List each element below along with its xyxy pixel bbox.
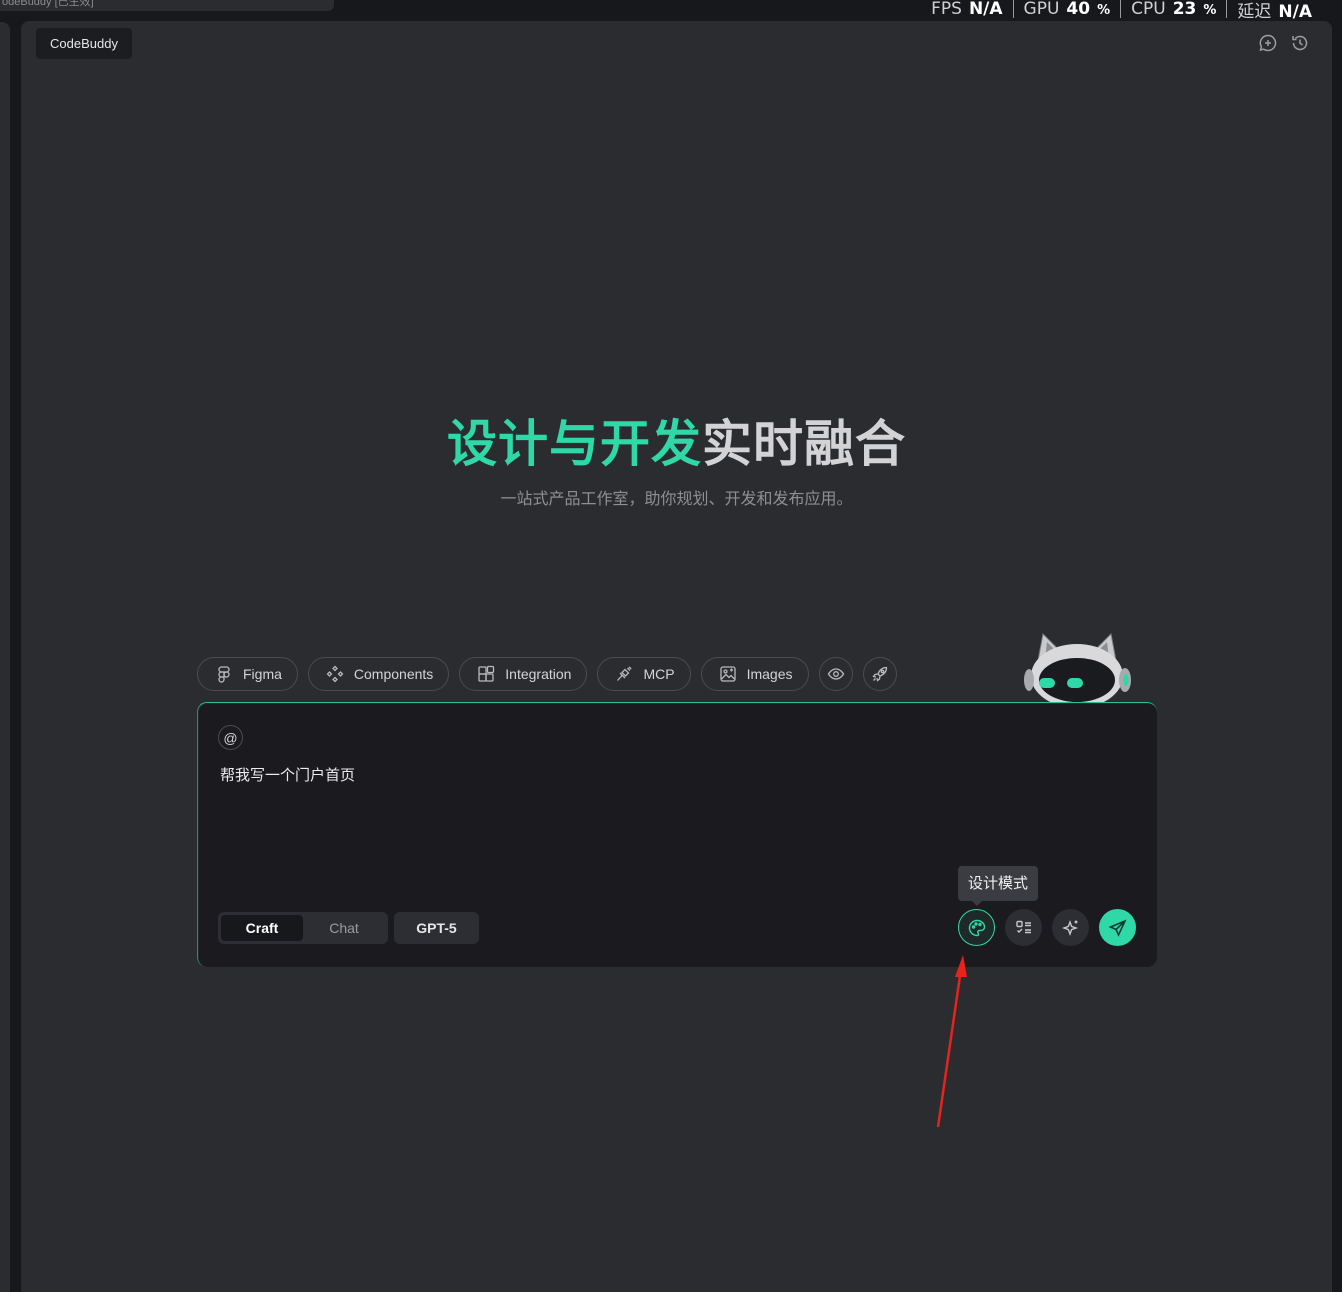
latency-stat: 延迟 N/A [1227,0,1322,22]
background-window-tab[interactable]: odeBuddy [已生效] [0,0,334,11]
mcp-plug-icon [617,666,633,681]
palette-icon [968,919,985,936]
prompt-input[interactable]: 帮我写一个门户首页 [220,764,355,785]
performance-overlay: FPS N/A GPU 40% CPU 23% 延迟 N/A [921,0,1322,22]
gpu-unit: % [1097,3,1111,18]
gpu-value: 40 [1066,0,1091,19]
plan-button[interactable] [1005,909,1042,946]
send-icon [1107,918,1127,937]
hero-title: 设计与开发实时融合 [21,404,1332,476]
codebuddy-panel: CodeBuddy 设计与开发实时融合 一站式产品工作室，助你规划、开发和发布应… [21,21,1332,1292]
left-side-panel [0,22,10,1292]
figma-icon [218,666,230,683]
integration-chip-label: Integration [505,666,572,682]
sparkle-icon [1061,919,1078,936]
os-top-strip: odeBuddy [已生效] FPS N/A GPU 40% CPU 23% 延… [0,0,1342,22]
new-chat-icon[interactable] [1258,33,1278,53]
latency-label: 延迟 [1237,1,1272,22]
send-button[interactable] [1099,909,1136,946]
mention-button[interactable]: @ [218,725,243,750]
images-chip[interactable]: Images [700,657,809,691]
hero-title-rest: 实时融合 [702,415,906,473]
integration-chip[interactable]: Integration [459,657,588,691]
design-mode-button[interactable] [958,909,995,946]
mode-craft-tab[interactable]: Craft [221,915,303,941]
components-icon [326,665,344,683]
figma-chip[interactable]: Figma [197,657,298,691]
enhance-prompt-button[interactable] [1052,909,1089,946]
mcp-chip-label: MCP [643,666,675,682]
header-actions [1258,33,1310,53]
background-window-title: odeBuddy [已生效] [2,0,94,8]
components-chip-label: Components [353,666,434,682]
integration-icon [478,665,495,682]
history-icon[interactable] [1290,33,1310,53]
latency-value: N/A [1278,1,1312,22]
red-annotation-arrow [936,955,967,1128]
cpu-stat: CPU 23% [1121,0,1226,19]
deploy-chip[interactable] [862,657,897,691]
model-selector[interactable]: GPT-5 [394,912,479,944]
eye-icon [827,668,844,680]
design-mode-tooltip: 设计模式 [958,866,1039,906]
mode-toggle: Craft Chat [218,912,388,944]
image-icon [719,666,736,682]
context-chips: Figma Components Integration MCP Images [197,657,897,691]
cpu-value: 23 [1172,0,1197,19]
brand-label: CodeBuddy [36,28,132,59]
hero-title-accent: 设计与开发 [447,415,702,473]
fps-value: N/A [968,0,1003,19]
cpu-unit: % [1203,3,1217,18]
rocket-icon [871,666,887,682]
gpu-stat: GPU 40% [1014,0,1121,19]
images-chip-label: Images [746,666,793,682]
fps-label: FPS [931,0,962,19]
robot-mascot-icon [1024,632,1131,702]
fps-stat: FPS N/A [921,0,1012,19]
prompt-input-card: @ 帮我写一个门户首页 Craft Chat GPT-5 [197,702,1157,967]
mode-chat-tab[interactable]: Chat [303,915,385,941]
hero-subtitle: 一站式产品工作室，助你规划、开发和发布应用。 [500,489,853,508]
mcp-chip[interactable]: MCP [597,657,691,691]
preview-chip[interactable] [818,657,853,691]
components-chip[interactable]: Components [307,657,450,691]
checklist-icon [1015,920,1031,933]
cpu-label: CPU [1131,0,1166,19]
gpu-label: GPU [1023,0,1060,19]
figma-chip-label: Figma [243,666,282,682]
